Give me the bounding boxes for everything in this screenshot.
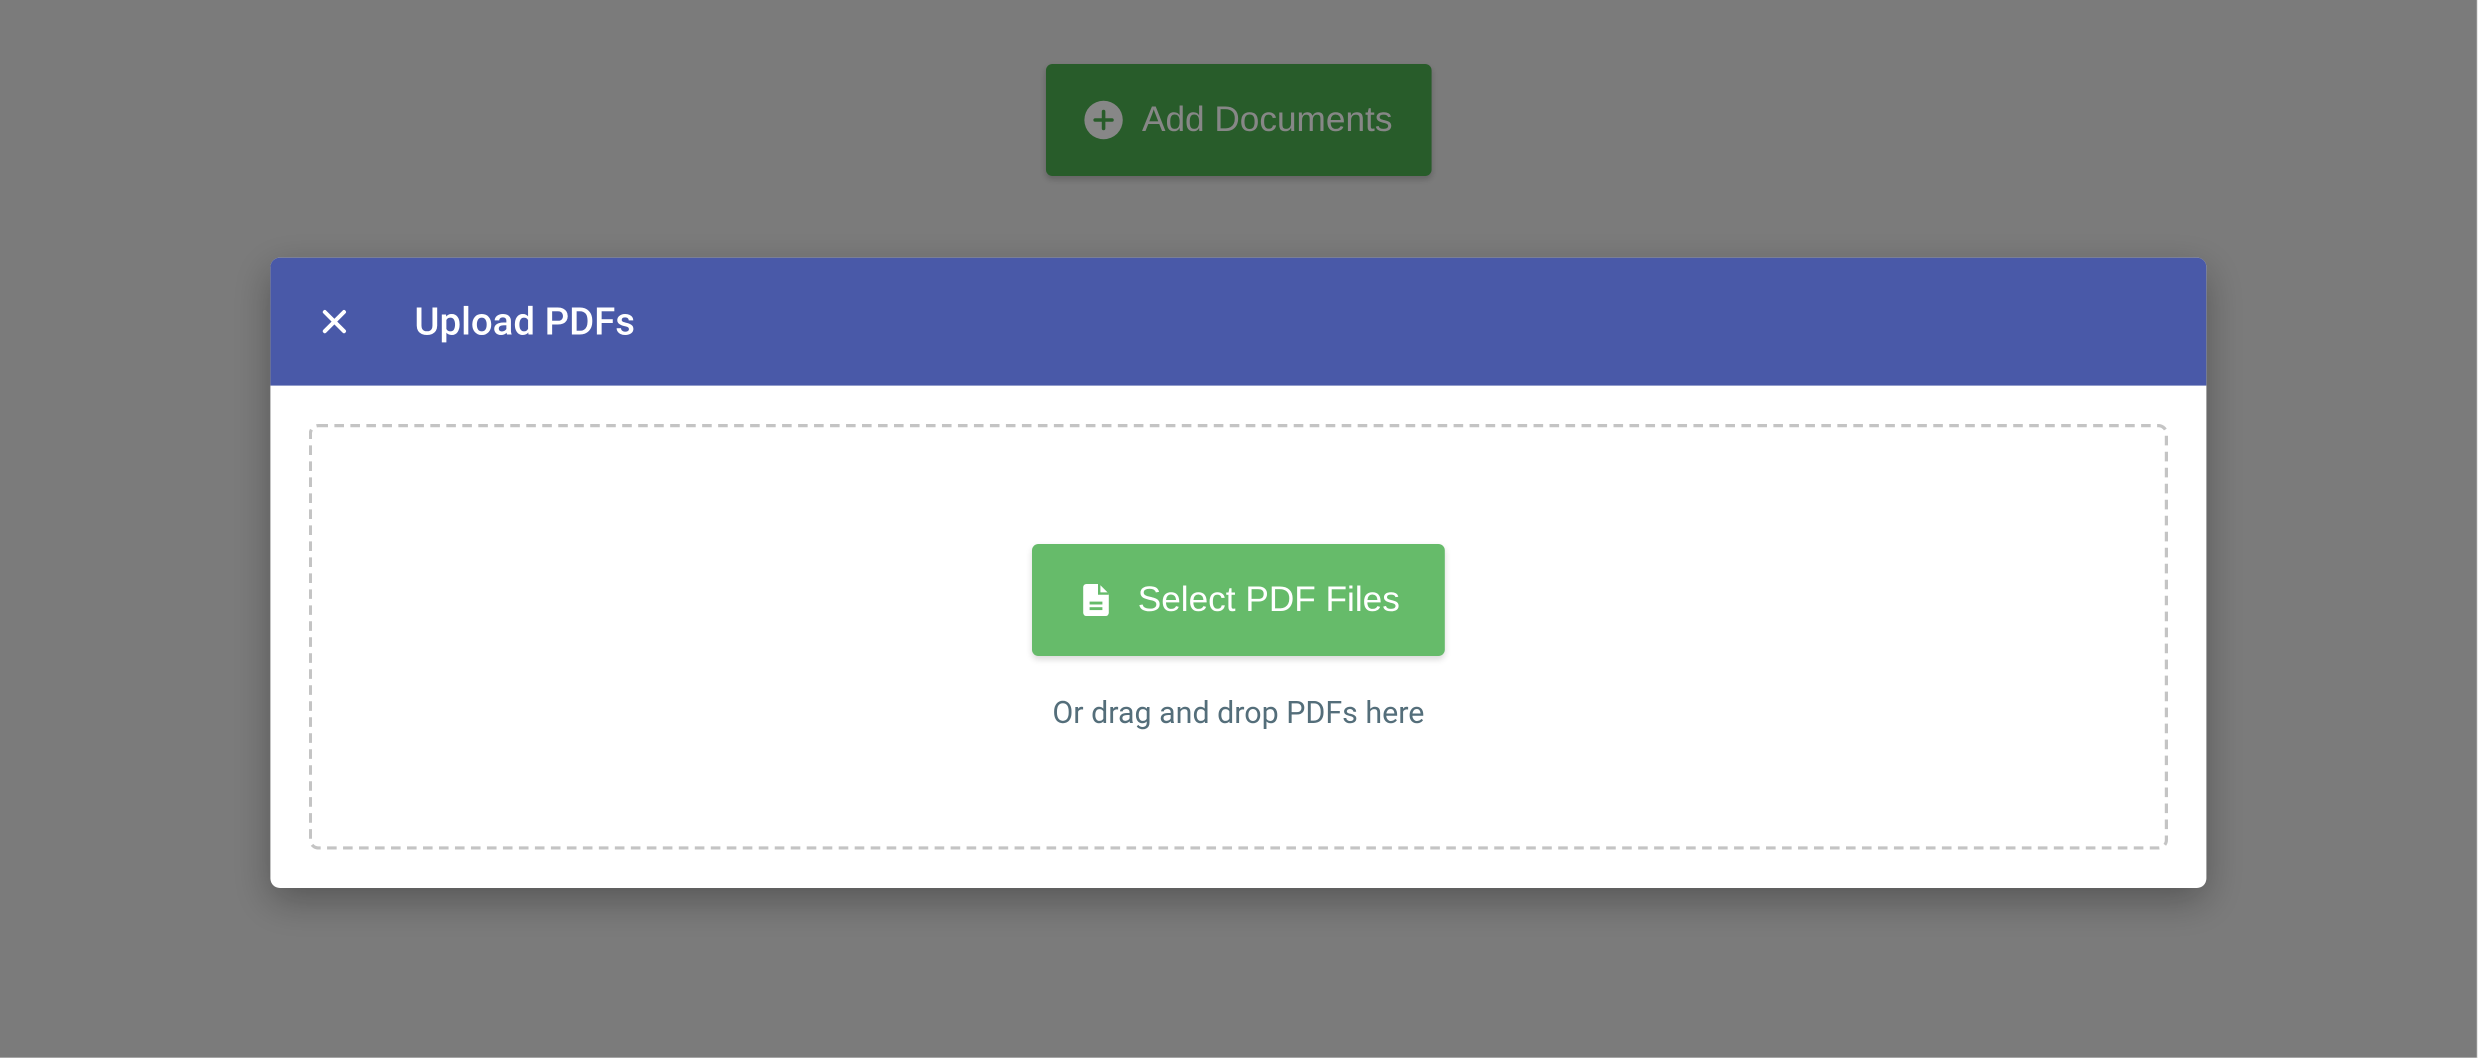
drag-drop-hint: Or drag and drop PDFs here (1052, 694, 1424, 731)
close-icon (315, 302, 353, 340)
modal-title: Upload PDFs (414, 299, 635, 344)
close-button[interactable] (309, 296, 360, 347)
upload-pdfs-modal: Upload PDFs Select PDF Files Or drag and… (270, 258, 2206, 888)
file-document-icon (1077, 580, 1115, 618)
modal-body: Select PDF Files Or drag and drop PDFs h… (270, 386, 2206, 888)
select-pdf-files-button[interactable]: Select PDF Files (1032, 543, 1445, 655)
select-pdf-files-label: Select PDF Files (1138, 578, 1400, 620)
file-dropzone[interactable]: Select PDF Files Or drag and drop PDFs h… (309, 424, 2168, 850)
modal-header: Upload PDFs (270, 258, 2206, 386)
